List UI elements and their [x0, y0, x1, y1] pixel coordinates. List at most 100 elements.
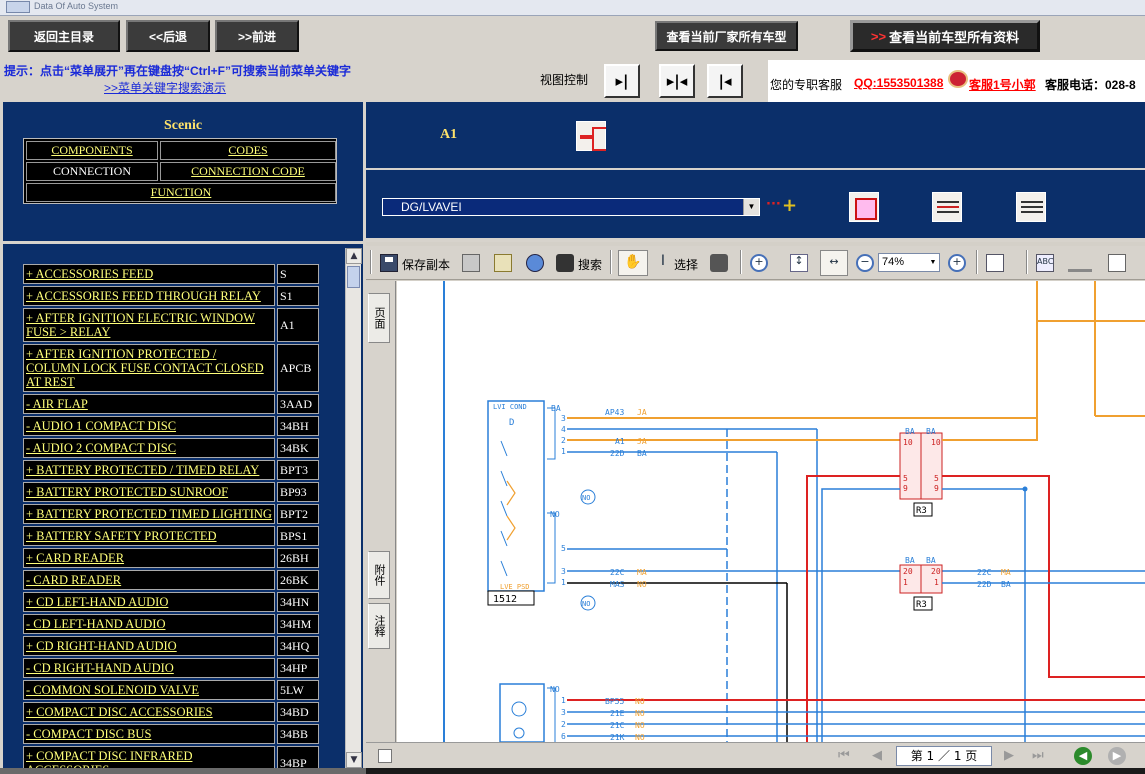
forward-button[interactable]: >>前进: [215, 20, 299, 52]
prev-page-icon[interactable]: ◀: [872, 748, 882, 763]
function-row[interactable]: + ACCESSORIES FEED THROUGH RELAY S1: [23, 286, 323, 306]
function-row[interactable]: + BATTERY PROTECTED / TIMED RELAY BPT3: [23, 460, 323, 480]
function-name-link[interactable]: - CD LEFT-HAND AUDIO: [23, 614, 275, 634]
function-row[interactable]: + BATTERY SAFETY PROTECTED BPS1: [23, 526, 323, 546]
scroll-thumb[interactable]: [347, 266, 360, 288]
function-name-link[interactable]: - AUDIO 1 COMPACT DISC: [23, 416, 275, 436]
text-select-icon[interactable]: I: [654, 253, 672, 272]
model-all-data-button[interactable]: >> 查看当前车型所有资料: [850, 20, 1040, 52]
tab-attachments[interactable]: 附件: [368, 551, 390, 599]
function-name-link[interactable]: - CARD READER: [23, 570, 275, 590]
fit-page-icon[interactable]: ↕: [790, 254, 808, 272]
wiring-diagram-icon[interactable]: [576, 121, 606, 151]
fit-width-icon[interactable]: ↔: [820, 250, 848, 276]
function-row[interactable]: + CARD READER 26BH: [23, 548, 323, 568]
zoom-input[interactable]: 74% ▼: [878, 253, 940, 272]
function-name-link[interactable]: + AFTER IGNITION ELECTRIC WINDOW FUSE > …: [23, 308, 275, 342]
list-scrollbar[interactable]: ▲ ▼: [345, 248, 362, 768]
scroll-down-icon[interactable]: ▼: [346, 752, 362, 768]
wiring-diagram[interactable]: LVI COND LVE PSD 1512 D BA 3 4 2 1 AP43 …: [397, 281, 1145, 742]
binoculars-icon[interactable]: [556, 254, 574, 272]
qq-link[interactable]: QQ:1553501388: [854, 76, 943, 90]
function-row[interactable]: + ACCESSORIES FEED S: [23, 264, 323, 284]
save-copy-button[interactable]: 保存副本: [402, 256, 450, 273]
zoom-in-icon[interactable]: +: [750, 254, 768, 272]
function-row[interactable]: - CARD READER 26BK: [23, 570, 323, 590]
function-row[interactable]: + BATTERY PROTECTED TIMED LIGHTING BPT2: [23, 504, 323, 524]
function-name-link[interactable]: + ACCESSORIES FEED THROUGH RELAY: [23, 286, 275, 306]
manual-book-icon[interactable]: [849, 192, 879, 222]
function-name-link[interactable]: - AUDIO 2 COMPACT DISC: [23, 438, 275, 458]
function-name-link[interactable]: + COMPACT DISC ACCESSORIES: [23, 702, 275, 722]
scroll-up-icon[interactable]: ▲: [346, 248, 362, 264]
page-thumbnail-icon[interactable]: [378, 749, 392, 763]
undo-icon[interactable]: [1068, 254, 1092, 272]
function-row[interactable]: + CD LEFT-HAND AUDIO 34HN: [23, 592, 323, 612]
function-name-link[interactable]: - COMPACT DISC BUS: [23, 724, 275, 744]
agent-link[interactable]: 客服1号小郭: [969, 76, 1036, 93]
function-row[interactable]: - CD LEFT-HAND AUDIO 34HM: [23, 614, 323, 634]
save-copy-icon[interactable]: [380, 254, 398, 272]
search-button[interactable]: 搜索: [578, 256, 602, 273]
first-page-icon[interactable]: ⏮: [838, 748, 850, 763]
back-button[interactable]: <<后退: [126, 20, 210, 52]
function-name-link[interactable]: + CARD READER: [23, 548, 275, 568]
page-number-field[interactable]: 第 1 ／ 1 页: [896, 746, 992, 766]
search-demo-link[interactable]: >>菜单关键字搜索演示: [104, 79, 226, 96]
bookmark-icon[interactable]: [494, 254, 512, 272]
next-page-icon[interactable]: ▶: [1004, 748, 1014, 763]
view-expand-right-button[interactable]: |◂: [707, 64, 743, 98]
last-page-icon[interactable]: ⏭: [1032, 748, 1044, 763]
function-row[interactable]: - AUDIO 1 COMPACT DISC 34BH: [23, 416, 323, 436]
function-name-link[interactable]: + AFTER IGNITION PROTECTED / COLUMN LOCK…: [23, 344, 275, 392]
category-function[interactable]: FUNCTION: [26, 183, 336, 202]
function-name-link[interactable]: + CD LEFT-HAND AUDIO: [23, 592, 275, 612]
function-row[interactable]: - AIR FLAP 3AAD: [23, 394, 323, 414]
function-row[interactable]: + AFTER IGNITION ELECTRIC WINDOW FUSE > …: [23, 308, 323, 342]
function-name-link[interactable]: + ACCESSORIES FEED: [23, 264, 275, 284]
category-codes[interactable]: CODES: [160, 141, 336, 160]
function-name-link[interactable]: + CD RIGHT-HAND AUDIO: [23, 636, 275, 656]
tab-pages[interactable]: 页面: [368, 293, 390, 343]
chevron-down-icon[interactable]: ▼: [927, 254, 939, 271]
spellcheck-icon[interactable]: ABC: [1036, 254, 1054, 272]
chevron-down-icon[interactable]: ▼: [743, 199, 759, 215]
function-row[interactable]: + BATTERY PROTECTED SUNROOF BP93: [23, 482, 323, 502]
copy-icon[interactable]: [1108, 254, 1126, 272]
history-forward-icon[interactable]: ▶: [1108, 747, 1126, 765]
function-row[interactable]: - COMPACT DISC BUS 34BB: [23, 724, 323, 744]
function-name-link[interactable]: - AIR FLAP: [23, 394, 275, 414]
snapshot-icon[interactable]: [710, 254, 728, 272]
function-name-link[interactable]: + BATTERY PROTECTED / TIMED RELAY: [23, 460, 275, 480]
function-name-link[interactable]: - COMMON SOLENOID VALVE: [23, 680, 275, 700]
function-row[interactable]: - CD RIGHT-HAND AUDIO 34HP: [23, 658, 323, 678]
hand-tool-icon[interactable]: ✋: [618, 250, 648, 276]
function-row[interactable]: - AUDIO 2 COMPACT DISC 34BK: [23, 438, 323, 458]
function-row[interactable]: - COMMON SOLENOID VALVE 5LW: [23, 680, 323, 700]
view-expand-left-button[interactable]: ▸|: [604, 64, 640, 98]
function-name-link[interactable]: - CD RIGHT-HAND AUDIO: [23, 658, 275, 678]
add-connector-icon[interactable]: [764, 193, 797, 219]
email-icon[interactable]: [526, 254, 544, 272]
function-name-link[interactable]: + BATTERY PROTECTED SUNROOF: [23, 482, 275, 502]
function-row[interactable]: + CD RIGHT-HAND AUDIO 34HQ: [23, 636, 323, 656]
connection-list-icon[interactable]: [1016, 192, 1046, 222]
function-name-link[interactable]: + BATTERY PROTECTED TIMED LIGHTING: [23, 504, 275, 524]
function-name-link[interactable]: + BATTERY SAFETY PROTECTED: [23, 526, 275, 546]
category-components[interactable]: COMPONENTS: [26, 141, 158, 160]
zoom-out-icon[interactable]: −: [856, 254, 874, 272]
page-layout-icon[interactable]: [986, 254, 1004, 272]
pin-list-icon[interactable]: [932, 192, 962, 222]
maker-models-button[interactable]: 查看当前厂家所有车型: [655, 21, 798, 51]
function-row[interactable]: + COMPACT DISC ACCESSORIES 34BD: [23, 702, 323, 722]
connector-select[interactable]: DG/LVAVEI ▼: [382, 198, 760, 216]
category-connection[interactable]: CONNECTION: [26, 162, 158, 181]
print-icon[interactable]: [462, 254, 480, 272]
category-connection-code[interactable]: CONNECTION CODE: [160, 162, 336, 181]
history-back-icon[interactable]: ◀: [1074, 747, 1092, 765]
zoom-plus-icon[interactable]: +: [948, 254, 966, 272]
function-row[interactable]: + AFTER IGNITION PROTECTED / COLUMN LOCK…: [23, 344, 323, 392]
tab-comments[interactable]: 注释: [368, 603, 390, 649]
home-button[interactable]: 返回主目录: [8, 20, 120, 52]
view-split-button[interactable]: ▸|◂: [659, 64, 695, 98]
